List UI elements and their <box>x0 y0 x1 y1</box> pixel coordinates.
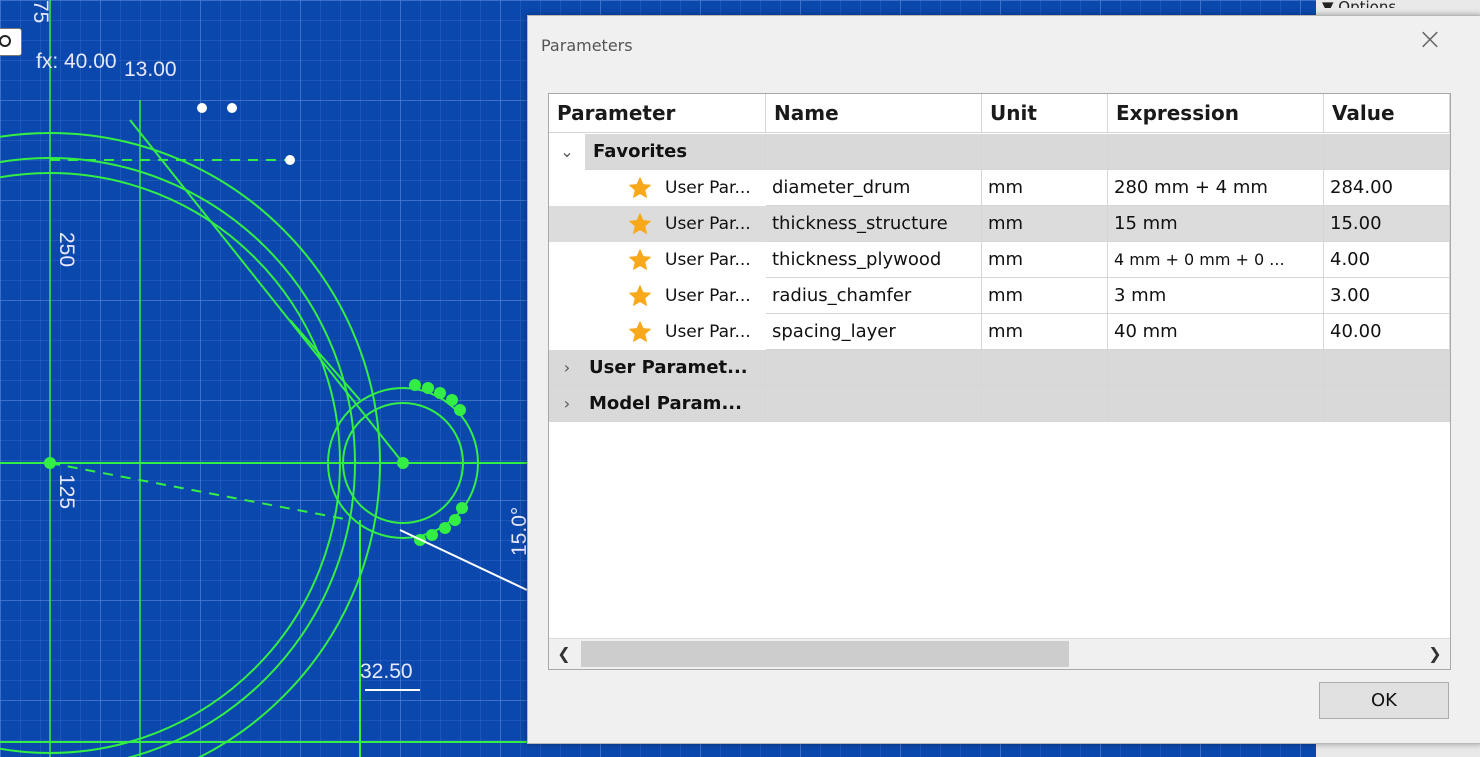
table-row[interactable]: User Par... thickness_plywood mm 4 mm + … <box>549 242 1450 278</box>
cell-expression[interactable]: 4 mm + 0 mm + 0 ... <box>1108 242 1324 278</box>
scroll-left-icon[interactable]: ❮ <box>553 639 575 669</box>
cell-value: 284.00 <box>1324 170 1450 206</box>
chevron-down-icon[interactable]: ⌄ <box>557 134 577 170</box>
parameter-type: User Par... <box>665 250 751 270</box>
empty-cell <box>1324 386 1450 422</box>
horizontal-scrollbar[interactable]: ❮ ❯ <box>549 638 1450 669</box>
group-label: Favorites <box>585 134 766 170</box>
options-label[interactable]: ▼ Options <box>1322 0 1396 8</box>
scrollbar-thumb[interactable] <box>581 641 1069 667</box>
chevron-right-icon[interactable]: › <box>557 350 577 386</box>
cell-expression[interactable]: 15 mm <box>1108 206 1324 242</box>
dimension-label: 75 <box>29 0 52 24</box>
empty-cell <box>982 386 1108 422</box>
cell-expression[interactable]: 40 mm <box>1108 314 1324 350</box>
close-icon[interactable]: × <box>1417 25 1443 55</box>
group-label: Model Param... <box>549 386 766 422</box>
cell-value: 3.00 <box>1324 278 1450 314</box>
column-header-name[interactable]: Name <box>766 94 982 133</box>
cell-name[interactable]: radius_chamfer <box>766 278 982 314</box>
column-header-unit[interactable]: Unit <box>982 94 1108 133</box>
dimension-label: 32.50 <box>360 660 413 683</box>
cell-unit[interactable]: mm <box>982 314 1108 350</box>
empty-cell <box>1108 386 1324 422</box>
scroll-right-icon[interactable]: ❯ <box>1424 639 1446 669</box>
parameter-type: User Par... <box>665 322 751 342</box>
group-label: User Paramet... <box>549 350 766 386</box>
star-icon[interactable] <box>627 211 653 237</box>
empty-cell <box>982 134 1108 170</box>
cell-unit[interactable]: mm <box>982 278 1108 314</box>
table-row-selected[interactable]: User Par... thickness_structure mm 15 mm… <box>549 206 1450 242</box>
cell-value: 40.00 <box>1324 314 1450 350</box>
cell-unit[interactable]: mm <box>982 242 1108 278</box>
parameters-dialog: Parameters × Parameter Name Unit Express… <box>527 15 1480 744</box>
group-row-model-parameters[interactable]: Model Param... › <box>549 386 1450 422</box>
empty-cell <box>766 134 982 170</box>
cell-unit[interactable]: mm <box>982 170 1108 206</box>
empty-cell <box>766 350 982 386</box>
star-icon[interactable] <box>627 175 653 201</box>
cell-expression[interactable]: 3 mm <box>1108 278 1324 314</box>
table-row[interactable]: User Par... diameter_drum mm 280 mm + 4 … <box>549 170 1450 206</box>
chevron-right-icon[interactable]: › <box>557 386 577 422</box>
dimension-label: fx: 40.00 <box>36 50 117 73</box>
table-row[interactable]: User Par... radius_chamfer mm 3 mm 3.00 <box>549 278 1450 314</box>
parameters-table[interactable]: Parameter Name Unit Expression Value Fav… <box>548 93 1451 670</box>
cell-value: 4.00 <box>1324 242 1450 278</box>
column-header-value[interactable]: Value <box>1324 94 1450 133</box>
table-row[interactable]: User Par... spacing_layer mm 40 mm 40.00 <box>549 314 1450 350</box>
empty-cell <box>982 350 1108 386</box>
group-row-favorites[interactable]: Favorites ⌄ <box>549 134 1450 170</box>
dialog-title: Parameters <box>541 36 633 55</box>
star-icon[interactable] <box>627 319 653 345</box>
dimension-label: 250 <box>55 232 78 268</box>
ok-button[interactable]: OK <box>1319 682 1449 719</box>
cell-name[interactable]: diameter_drum <box>766 170 982 206</box>
cell-unit[interactable]: mm <box>982 206 1108 242</box>
dimension-label: 125 <box>55 474 78 510</box>
eye-icon <box>0 35 11 47</box>
column-header-expression[interactable]: Expression <box>1108 94 1324 133</box>
cell-expression[interactable]: 280 mm + 4 mm <box>1108 170 1324 206</box>
empty-cell <box>766 386 982 422</box>
column-header-parameter[interactable]: Parameter <box>549 94 766 133</box>
view-tool-button[interactable] <box>0 28 22 56</box>
parameter-type: User Par... <box>665 214 751 234</box>
empty-cell <box>1324 350 1450 386</box>
cell-name[interactable]: thickness_structure <box>766 206 982 242</box>
empty-cell <box>1324 134 1450 170</box>
cell-name[interactable]: thickness_plywood <box>766 242 982 278</box>
group-row-user-parameters[interactable]: User Paramet... › <box>549 350 1450 386</box>
parameter-type: User Par... <box>665 178 751 198</box>
star-icon[interactable] <box>627 247 653 273</box>
parameter-type: User Par... <box>665 286 751 306</box>
dimension-label: 13.00 <box>124 58 177 81</box>
empty-cell <box>1108 134 1324 170</box>
empty-cell <box>1108 350 1324 386</box>
cell-value: 15.00 <box>1324 206 1450 242</box>
cell-name[interactable]: spacing_layer <box>766 314 982 350</box>
star-icon[interactable] <box>627 283 653 309</box>
